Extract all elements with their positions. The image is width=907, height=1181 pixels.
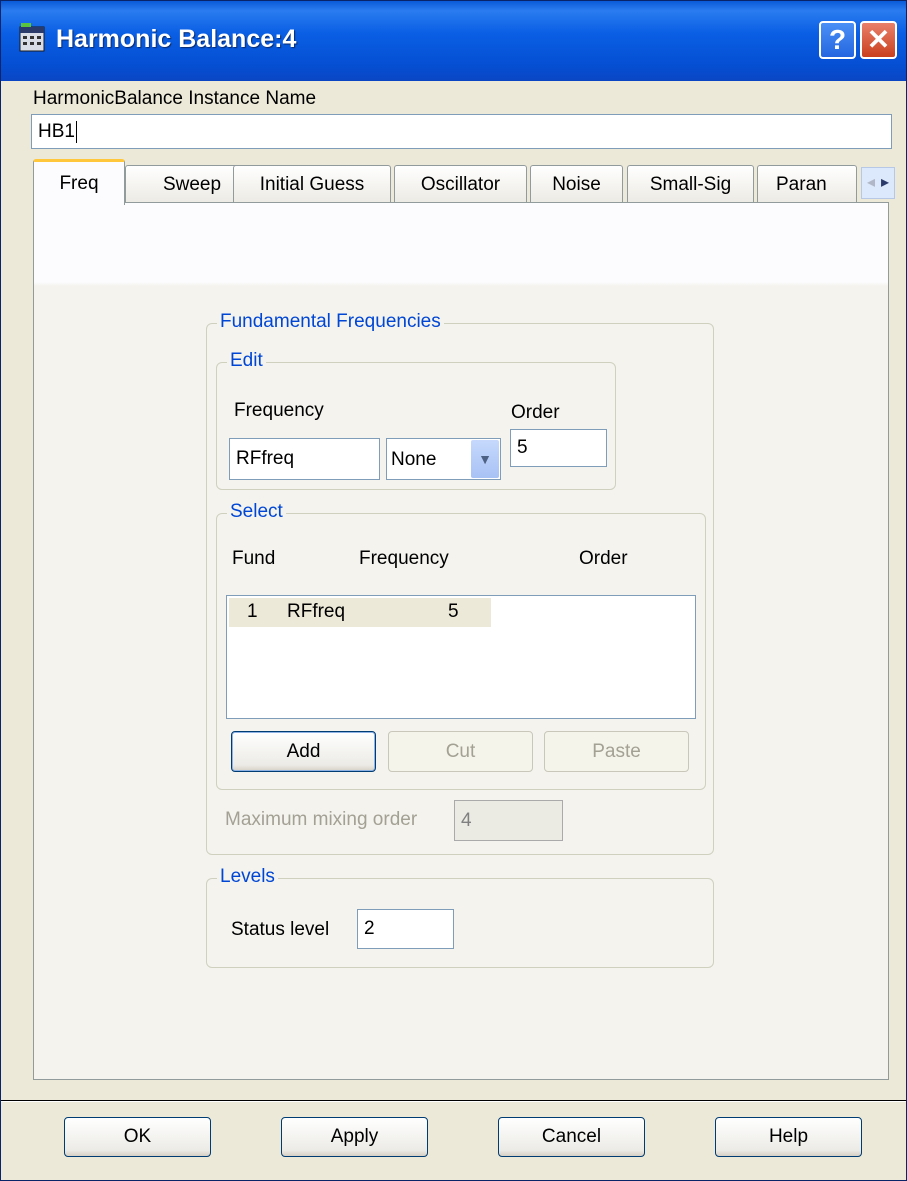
tab-paran[interactable]: Paran (757, 165, 857, 203)
row-frequency: RFfreq (287, 601, 346, 622)
apply-button[interactable]: Apply (281, 1117, 428, 1157)
tab-scroll-buttons: ◂ ▸ (861, 167, 895, 199)
app-icon (19, 23, 45, 52)
tab-noise[interactable]: Noise (530, 165, 623, 203)
unit-select[interactable]: None ▼ (386, 438, 501, 480)
levels-legend: Levels (217, 866, 278, 888)
list-item[interactable]: 1 RFfreq 5 (229, 598, 491, 627)
help-title-button[interactable]: ? (819, 21, 856, 59)
harmonic-balance-dialog: Harmonic Balance:4 ? ✕ HarmonicBalance I… (0, 0, 907, 1181)
max-mixing-order-label: Maximum mixing order (225, 809, 418, 830)
chevron-down-icon[interactable]: ▼ (471, 440, 499, 478)
status-level-input[interactable]: 2 (357, 909, 454, 949)
row-order: 5 (448, 601, 459, 622)
close-button[interactable]: ✕ (860, 21, 897, 59)
row-fund: 1 (247, 601, 258, 622)
col-fund-header: Fund (232, 548, 276, 569)
paste-button[interactable]: Paste (544, 731, 689, 772)
frequency-list[interactable]: 1 RFfreq 5 (226, 595, 696, 719)
cancel-button[interactable]: Cancel (498, 1117, 645, 1157)
footer-separator-highlight (1, 1101, 906, 1102)
col-order-header: Order (579, 548, 628, 569)
unit-select-value: None (391, 449, 437, 470)
max-mixing-order-input[interactable]: 4 (454, 800, 563, 841)
tab-small-sig[interactable]: Small-Sig (627, 165, 754, 203)
select-legend: Select (227, 501, 286, 523)
frequency-label: Frequency (234, 400, 324, 421)
text-cursor (75, 120, 77, 143)
title-bar[interactable]: Harmonic Balance:4 ? ✕ (1, 1, 906, 81)
add-button[interactable]: Add (231, 731, 376, 772)
tab-freq[interactable]: Freq (33, 159, 125, 205)
order-input[interactable]: 5 (510, 429, 607, 467)
instance-name-value: HB1 (38, 121, 75, 142)
tab-initial-guess[interactable]: Initial Guess (233, 165, 391, 203)
fundamental-frequencies-legend: Fundamental Frequencies (217, 311, 444, 333)
window-title: Harmonic Balance:4 (56, 25, 297, 53)
scroll-right-icon[interactable]: ▸ (878, 168, 892, 198)
help-button[interactable]: Help (715, 1117, 862, 1157)
frequency-input[interactable]: RFfreq (229, 438, 380, 480)
scroll-left-icon[interactable]: ◂ (864, 168, 878, 198)
tab-oscillator[interactable]: Oscillator (394, 165, 527, 203)
order-label: Order (511, 402, 560, 423)
edit-legend: Edit (227, 350, 266, 372)
ok-button[interactable]: OK (64, 1117, 211, 1157)
instance-name-input[interactable]: HB1 (31, 114, 892, 149)
instance-name-label: HarmonicBalance Instance Name (33, 88, 317, 109)
tab-strip: Freq Sweep Initial Guess Oscillator Nois… (33, 159, 895, 205)
cut-button[interactable]: Cut (388, 731, 533, 772)
status-level-label: Status level (231, 919, 330, 940)
col-frequency-header: Frequency (359, 548, 449, 569)
